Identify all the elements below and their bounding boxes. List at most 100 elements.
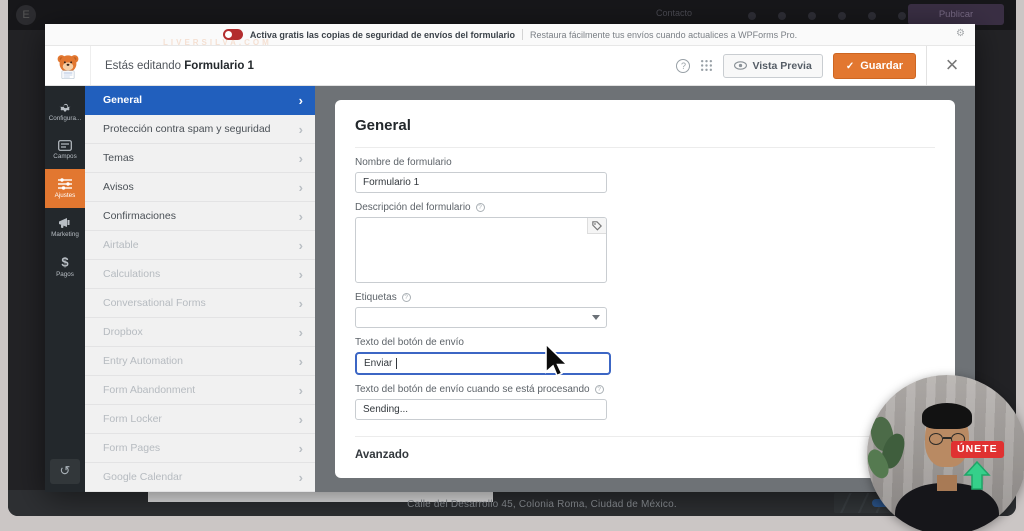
advanced-section-toggle[interactable]: Avanzado: [355, 449, 935, 461]
menu-item-form-pages[interactable]: Form Pages: [85, 434, 315, 463]
menu-label: Dropbox: [103, 326, 143, 338]
nav-label: Marketing: [51, 231, 79, 238]
processing-text-label: Texto del botón de envío cuando se está …: [355, 384, 935, 395]
recording-screen: E Contacto Publicar Calle del Desarrollo…: [8, 0, 1016, 516]
page-address-text: Calle del Desarrollo 45, Colonia Roma, C…: [407, 499, 677, 510]
webcam-overlay: ÚNETE: [867, 375, 1024, 531]
publish-button[interactable]: Publicar: [908, 4, 1004, 25]
smart-tags-button[interactable]: [587, 218, 606, 234]
menu-item-dropbox[interactable]: Dropbox: [85, 318, 315, 347]
panel-divider: [355, 436, 935, 437]
chevron-right-icon: [299, 383, 303, 398]
dollar-icon: $: [61, 255, 69, 269]
builder-icon-nav: Configura... Campos Ajustes Marketing $ …: [45, 86, 85, 492]
panel-divider: [355, 147, 935, 148]
svg-text:$: $: [61, 255, 69, 269]
grid-icon[interactable]: [700, 59, 713, 72]
nav-label: Campos: [53, 152, 77, 160]
info-icon[interactable]: [401, 293, 411, 302]
notification-primary-text: Activa gratis las copias de seguridad de…: [249, 29, 515, 40]
dimmed-page-bottom: Calle del Desarrollo 45, Colonia Roma, C…: [8, 490, 1016, 516]
menu-label: Avisos: [103, 181, 134, 193]
menu-label: Conversational Forms: [103, 297, 206, 309]
header-divider: [926, 45, 927, 86]
chevron-right-icon: [299, 470, 303, 485]
chevron-right-icon: [299, 93, 303, 108]
tags-select[interactable]: [355, 307, 607, 328]
chevron-right-icon: [299, 296, 303, 311]
menu-label: Google Calendar: [103, 471, 183, 483]
builder-header: Estás editando Formulario 1 Vista Previa: [45, 45, 975, 86]
save-label: Guardar: [860, 59, 903, 72]
form-description-textarea[interactable]: [355, 217, 607, 283]
panel-title: General: [355, 117, 411, 134]
nav-item-settings[interactable]: Ajustes: [45, 169, 85, 208]
check-icon: [846, 60, 854, 72]
gear-icon: [59, 103, 71, 112]
text-caret: [396, 358, 397, 369]
nav-item-marketing[interactable]: Marketing: [45, 208, 85, 247]
preview-label: Vista Previa: [752, 59, 812, 72]
join-badge[interactable]: ÚNETE: [951, 441, 1004, 458]
label-text: Texto del botón de envío cuando se está …: [355, 384, 590, 395]
chevron-right-icon: [299, 122, 303, 137]
sliders-icon: [58, 178, 72, 190]
submit-text-label: Texto del botón de envío: [355, 337, 464, 348]
chevron-right-icon: [299, 151, 303, 166]
menu-item-form-abandonment[interactable]: Form Abandonment: [85, 376, 315, 405]
plant-decoration: [867, 413, 913, 493]
label-text: Descripción del formulario: [355, 202, 471, 213]
menu-item-notifications[interactable]: Avisos: [85, 173, 315, 202]
menu-label: Protección contra spam y seguridad: [103, 123, 271, 135]
menu-item-conversational-forms[interactable]: Conversational Forms: [85, 289, 315, 318]
form-name: Formulario 1: [184, 59, 254, 72]
megaphone-icon: [59, 218, 70, 228]
preview-button[interactable]: Vista Previa: [723, 53, 823, 78]
form-description-label: Descripción del formulario: [355, 202, 935, 213]
menu-label: Entry Automation: [103, 355, 183, 367]
info-icon[interactable]: [594, 385, 604, 394]
menu-item-google-calendar[interactable]: Google Calendar: [85, 463, 315, 492]
eye-icon: [734, 61, 748, 70]
tag-icon: [592, 220, 602, 231]
menu-label: Confirmaciones: [103, 210, 176, 222]
help-icon[interactable]: [676, 58, 691, 73]
save-button[interactable]: Guardar: [832, 52, 916, 79]
menu-item-entry-automation[interactable]: Entry Automation: [85, 347, 315, 376]
presenter-hair: [922, 403, 972, 429]
form-name-input[interactable]: [355, 172, 607, 193]
menu-label: Form Pages: [103, 442, 161, 454]
menu-item-form-locker[interactable]: Form Locker: [85, 405, 315, 434]
menu-item-airtable[interactable]: Airtable: [85, 231, 315, 260]
chevron-right-icon: [299, 209, 303, 224]
notification-divider: [521, 29, 523, 40]
channel-watermark: LIVERSILVA.COM: [163, 38, 272, 47]
processing-text-input[interactable]: [355, 399, 607, 420]
wpforms-builder-modal: Activa gratis las copias de seguridad de…: [45, 24, 975, 492]
submit-text-input[interactable]: [355, 352, 611, 375]
notification-secondary-text: Restaura fácilmente tus envíos cuando ac…: [529, 29, 798, 40]
tags-label: Etiquetas: [355, 292, 935, 303]
nav-item-fields[interactable]: Campos: [45, 130, 85, 169]
chevron-right-icon: [299, 238, 303, 253]
close-icon[interactable]: [937, 55, 967, 77]
gear-icon[interactable]: [956, 28, 965, 39]
menu-item-spam[interactable]: Protección contra spam y seguridad: [85, 115, 315, 144]
fields-icon: [58, 139, 72, 151]
chevron-down-icon: [592, 315, 600, 320]
menu-item-calculations[interactable]: Calculations: [85, 260, 315, 289]
menu-label: Form Abandonment: [103, 384, 196, 396]
info-icon[interactable]: [475, 203, 485, 212]
menu-item-general[interactable]: General: [85, 86, 315, 115]
nav-item-payments[interactable]: $ Pagos: [45, 247, 85, 286]
menu-item-confirmations[interactable]: Confirmaciones: [85, 202, 315, 231]
presenter-neck: [937, 475, 957, 491]
editing-title: Estás editando Formulario 1: [105, 60, 254, 72]
general-settings-panel: General Nombre de formulario Descripción…: [335, 100, 955, 478]
editing-prefix: Estás editando: [105, 59, 185, 72]
history-icon[interactable]: [50, 459, 80, 484]
nav-item-setup[interactable]: Configura...: [45, 91, 85, 130]
nav-label: Ajustes: [54, 192, 76, 199]
menu-item-themes[interactable]: Temas: [85, 144, 315, 173]
chevron-right-icon: [299, 441, 303, 456]
